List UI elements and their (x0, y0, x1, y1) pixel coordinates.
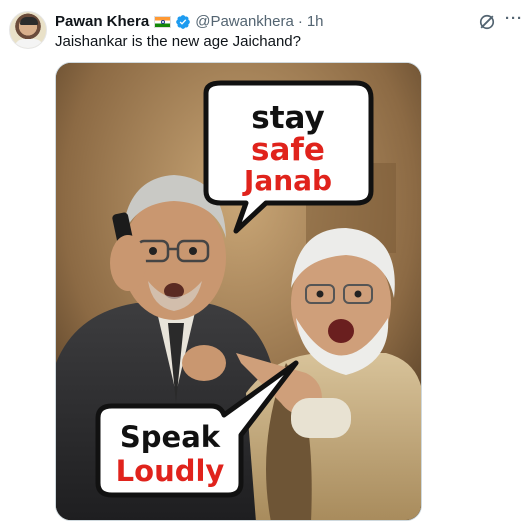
author-display-name[interactable]: Pawan Khera (55, 12, 149, 32)
avatar-shirt (14, 39, 44, 48)
verified-badge-icon (176, 15, 191, 29)
more-options-icon[interactable]: ··· (504, 11, 524, 32)
tweet[interactable]: Pawan Khera @Pawankhera · 1h ··· Jaishan… (0, 0, 531, 525)
caricature-illustration: stay safe Janab Speak Loudly (56, 63, 421, 520)
author-avatar[interactable] (9, 11, 47, 49)
avatar-hair (20, 17, 38, 25)
bubble-top-line2: safe (251, 132, 325, 168)
bubble-top-line1: stay (251, 100, 324, 136)
india-flag-icon (154, 16, 172, 28)
bubble-top-line3: Janab (242, 164, 332, 197)
bubble-bottom-line1: Speak (120, 420, 221, 454)
tweet-header: Pawan Khera @Pawankhera · 1h (55, 12, 324, 32)
author-handle[interactable]: @Pawankhera (195, 12, 294, 32)
grok-icon[interactable] (477, 12, 497, 32)
bubble-bottom-line2: Loudly (116, 454, 225, 488)
tweet-text: Jaishankar is the new age Jaichand? (55, 33, 301, 50)
timestamp[interactable]: 1h (307, 12, 324, 32)
separator-dot: · (297, 13, 303, 30)
tweet-media-image[interactable]: stay safe Janab Speak Loudly (55, 62, 422, 521)
